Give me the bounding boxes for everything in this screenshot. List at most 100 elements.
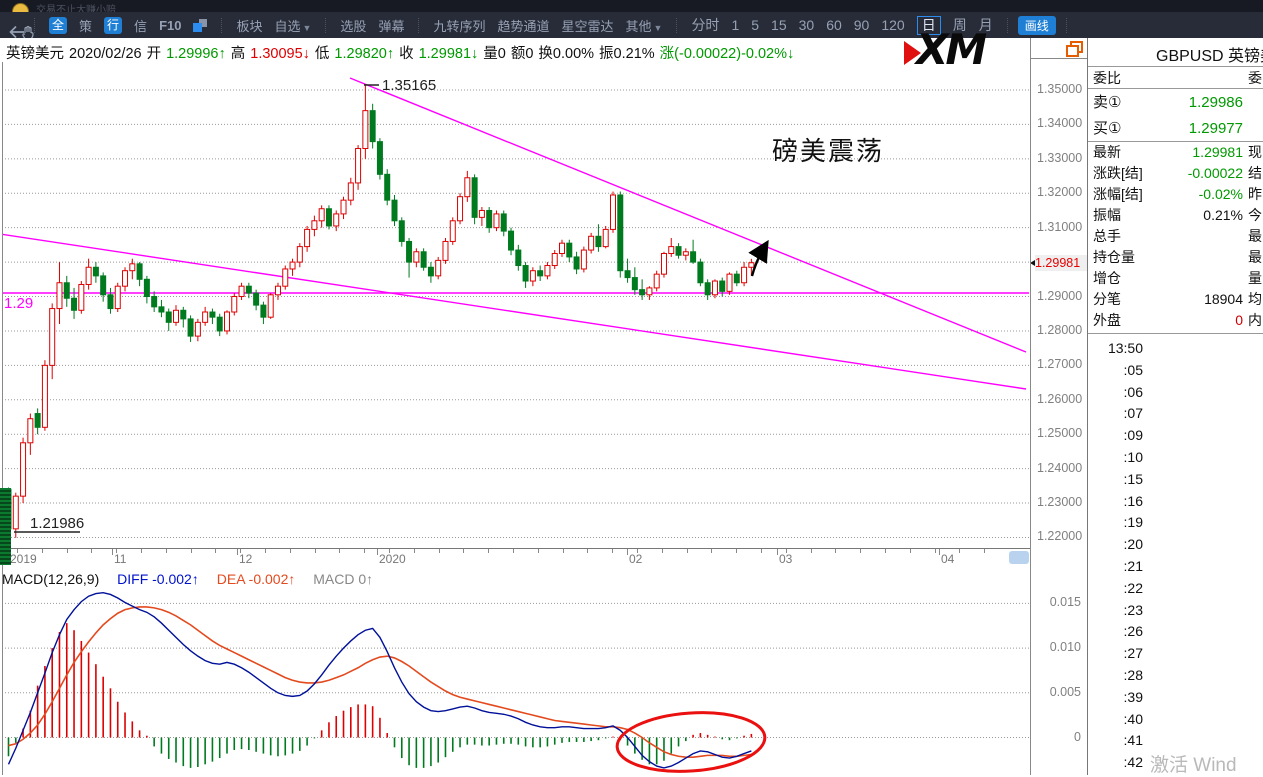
candle-body [712,281,717,295]
period-button[interactable]: 1 [731,17,739,33]
axis-tick [290,549,291,553]
candle-body [297,247,302,262]
candle-body [64,283,69,298]
period-button[interactable]: 15 [771,17,787,33]
candle-body [152,297,157,307]
candle-body [487,210,492,227]
candle-body [174,310,179,322]
candle-body [188,319,193,336]
macd-axis-label: 0.010 [1045,640,1081,654]
toolbar-item[interactable]: 行 [104,17,122,34]
price-axis-label: 1.33000 [1037,151,1082,165]
candle-body [450,221,455,242]
period-button[interactable]: 5 [751,17,759,33]
axis-tick [488,549,489,553]
quote-panel: GBPUSD 英镑美元 委比 委 卖①1.29986买①1.29977 最新1.… [1087,38,1263,775]
axis-tick [885,549,886,553]
axis-tick [166,549,167,553]
candle-body [610,195,615,229]
macd-pane[interactable] [2,590,1030,775]
macd-dea-value: DEA -0.002↑ [217,571,296,587]
period-button[interactable]: 分时 [691,15,719,35]
candle-body [538,271,543,276]
time-item: :28 [1093,665,1143,687]
restore-window-icon[interactable] [1066,41,1082,55]
axis-tick [141,549,142,553]
toolbar-item[interactable]: 策 [79,16,92,35]
quote-field: 量0 [483,46,506,62]
candle-body [749,263,754,268]
axis-tick [835,549,836,553]
axis-tick [939,549,940,555]
price-axis-label: 1.27000 [1037,357,1082,371]
candle-body [632,278,637,290]
candle-body [654,274,659,288]
period-button[interactable]: 60 [826,17,842,33]
axis-tick [67,549,68,553]
stat-row: 振幅0.21%今 [1088,205,1263,226]
toolbar-item[interactable]: 板块 [236,16,262,35]
time-item: :41 [1093,730,1143,752]
candle-body [72,298,77,310]
toolbar-item[interactable]: 自选▼ [274,16,311,35]
candle-body [603,229,608,246]
candle-body [640,290,645,295]
period-button[interactable]: 90 [854,17,870,33]
scrollbar-thumb[interactable] [1009,551,1029,564]
quote-field: 1.29981↓ [419,46,479,62]
macd-diff-value: DIFF -0.002↑ [117,571,199,587]
candle-body [137,264,142,279]
candle-body [436,260,441,275]
candle-body [494,214,499,228]
candle-body [421,252,426,267]
macd-macd-value: MACD 0↑ [313,571,373,587]
quote-field: 涨(-0.00022)-0.02%↓ [660,46,795,62]
period-button[interactable]: 30 [799,17,815,33]
candle-body [509,231,514,250]
candle-body [28,419,33,443]
draw-line-button[interactable]: 画线 [1018,16,1056,35]
time-item: :15 [1093,469,1143,491]
toolbar-separator [676,18,677,33]
toolbar-item[interactable]: 趋势通道 [497,16,549,35]
quote-field: 振0.21% [599,46,655,62]
quote-field: 1.29820↑ [334,46,394,62]
toolbar-item[interactable]: 信 [134,16,147,35]
time-item: :21 [1093,556,1143,578]
candle-body [727,274,732,291]
axis-tick [860,549,861,553]
candle-body [101,276,106,295]
candle-body [625,271,630,278]
low-price-annotation: 1.21986 [30,515,84,532]
candle-body [574,257,579,269]
candle-body [669,247,674,254]
x-axis-label: 11 [114,552,126,566]
candle-body [523,266,528,281]
toolbar-item[interactable]: 其他▼ [626,16,663,35]
period-button[interactable]: 120 [881,17,904,33]
axis-tick [563,549,564,553]
candle-body [57,283,62,309]
panel-symbol-header: GBPUSD 英镑美元 [1088,42,1263,66]
layers-icon[interactable] [193,18,207,33]
time-item: :16 [1093,491,1143,513]
toolbar-item[interactable]: 弹幕 [378,16,404,35]
toolbar-item[interactable]: 选股 [340,16,366,35]
up-arrow-annotation [752,246,765,276]
candle-body [217,317,222,331]
quote-field: 换0.00% [538,46,594,62]
toolbar-item[interactable]: F10 [159,18,181,33]
candlestick-pane[interactable]: 1.291.351651.21986磅美震荡 [2,62,1030,547]
toolbar-item[interactable]: 九转序列 [433,16,485,35]
quote-field: 开 [147,46,162,62]
chart-note-annotation: 磅美震荡 [772,136,884,166]
axis-tick [910,549,911,553]
candle-body [35,414,40,428]
candle-body [407,241,412,262]
toolbar-item[interactable]: 全 [49,17,67,34]
candle-body [224,312,229,331]
candle-body [13,496,18,529]
candle-body [683,252,688,255]
toolbar-item[interactable]: 星空雷达 [561,16,613,35]
time-item: :07 [1093,403,1143,425]
